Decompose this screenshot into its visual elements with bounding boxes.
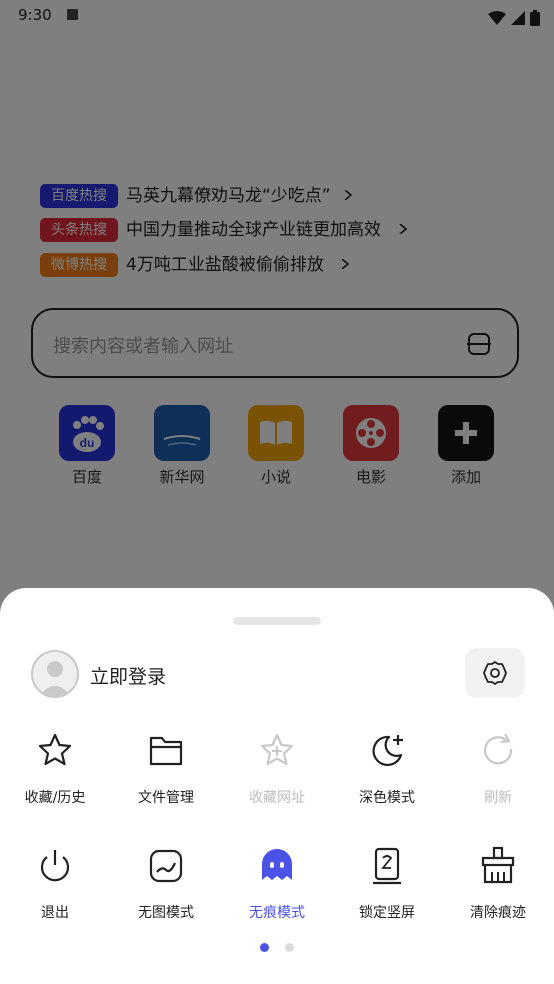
menu-incognito-mode[interactable]: 无痕模式	[222, 846, 332, 922]
menu-label: 深色模式	[359, 790, 415, 806]
menu-no-image-mode[interactable]: 无图模式	[111, 846, 221, 922]
star-plus-icon	[260, 733, 294, 766]
gear-icon	[483, 661, 507, 685]
menu-label: 刷新	[484, 790, 512, 806]
menu-label: 退出	[41, 905, 69, 921]
menu-bottom-sheet: 立即登录 收藏/历史 文件管理 收藏网址 深色模式 刷新 退出 无图模式 无痕模…	[0, 588, 554, 984]
menu-label: 收藏网址	[249, 790, 305, 806]
power-icon	[40, 850, 70, 882]
menu-label: 无痕模式	[249, 905, 305, 921]
menu-file-manager[interactable]: 文件管理	[111, 731, 221, 807]
settings-button[interactable]	[465, 648, 525, 698]
star-icon	[38, 733, 72, 766]
login-button[interactable]: 立即登录	[90, 662, 166, 689]
page-indicator	[0, 943, 554, 955]
drag-handle[interactable]	[233, 617, 321, 625]
menu-exit[interactable]: 退出	[0, 846, 110, 922]
menu-refresh[interactable]: 刷新	[443, 731, 553, 807]
refresh-icon	[483, 733, 513, 765]
menu-label: 收藏/历史	[24, 790, 86, 806]
ghost-icon	[262, 849, 292, 880]
menu-label: 清除痕迹	[470, 905, 526, 921]
menu-label: 无图模式	[138, 905, 194, 921]
moon-icon	[372, 735, 403, 767]
avatar[interactable]	[31, 650, 79, 698]
menu-clear-traces[interactable]: 清除痕迹	[443, 846, 553, 922]
page-dot-active[interactable]	[260, 943, 269, 952]
lock-portrait-icon	[373, 847, 401, 885]
broom-icon	[481, 846, 515, 884]
menu-bookmark-url[interactable]: 收藏网址	[222, 731, 332, 807]
no-image-icon	[149, 849, 183, 883]
folder-icon	[149, 736, 183, 766]
menu-label: 锁定竖屏	[359, 905, 415, 921]
menu-favorites-history[interactable]: 收藏/历史	[0, 731, 110, 807]
menu-label: 文件管理	[138, 790, 194, 806]
menu-lock-portrait[interactable]: 锁定竖屏	[332, 846, 442, 922]
menu-dark-mode[interactable]: 深色模式	[332, 731, 442, 807]
page-dot[interactable]	[285, 943, 294, 952]
